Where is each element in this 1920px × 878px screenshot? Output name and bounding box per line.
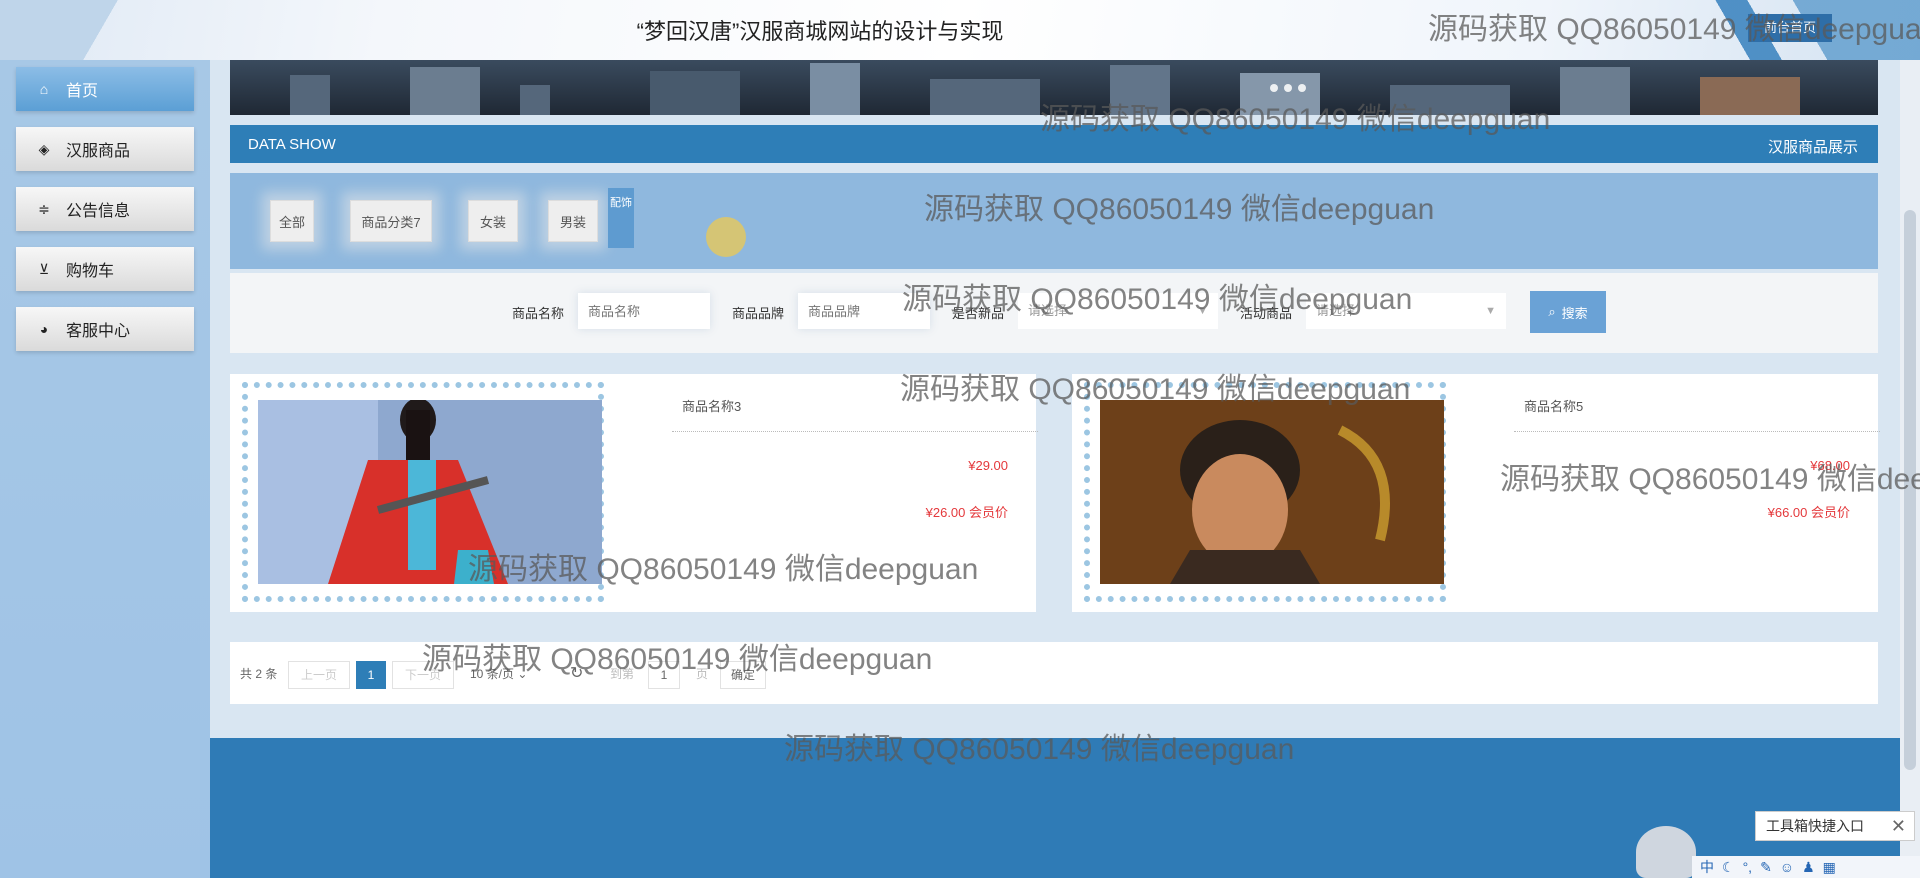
product-card[interactable]: 商品名称5 ¥68.00 ¥66.00 会员价 [1072, 374, 1880, 612]
category-men[interactable]: 男装 [548, 200, 598, 242]
sidebar-item-label: 公告信息 [66, 203, 131, 220]
chevron-down-icon: ▼ [1485, 305, 1496, 317]
pager-goto-input[interactable]: 1 [648, 661, 680, 689]
pager-prev[interactable]: 上一页 [288, 661, 350, 689]
product-name[interactable]: 商品名称5 [1514, 396, 1880, 432]
activity-select[interactable]: 请选择 ▼ [1306, 293, 1506, 329]
close-icon[interactable]: ✕ [1891, 816, 1906, 837]
sidebar-item-products[interactable]: ◈ 汉服商品 [16, 127, 194, 171]
pager-size-value: 10 条/页 [470, 667, 515, 681]
banner-image [230, 60, 1878, 115]
chevron-down-icon: ▼ [1197, 305, 1208, 317]
name-input[interactable] [578, 293, 710, 329]
pager-current[interactable]: 1 [356, 661, 386, 689]
ime-lang[interactable]: 中 [1700, 857, 1714, 877]
category-all[interactable]: 全部 [270, 200, 314, 242]
emoji-icon[interactable]: ☺ [1780, 859, 1794, 875]
site-title: “梦回汉唐”汉服商城网站的设计与实现 [636, 19, 1004, 44]
carousel-dots[interactable] [1270, 84, 1306, 92]
category-accessories[interactable]: 配饰 [608, 188, 634, 248]
product-vip-price: ¥66.00 会员价 [1767, 505, 1850, 520]
support-icon: ◕ [39, 321, 49, 337]
front-home-button[interactable]: 前台首页 [1748, 14, 1832, 42]
brand-input[interactable] [798, 293, 930, 329]
sliders-icon: ≑ [38, 200, 50, 217]
pager-confirm-button[interactable]: 确定 [720, 661, 766, 689]
tool-icon[interactable]: ✎ [1760, 859, 1772, 876]
skin-icon[interactable]: ♟ [1802, 859, 1815, 876]
search-icon: ⌕ [1548, 304, 1556, 319]
product-price: ¥68.00 [1810, 458, 1850, 473]
product-price: ¥29.00 [968, 458, 1008, 473]
search-button[interactable]: ⌕ 搜索 [1530, 291, 1606, 333]
activity-label: 活动商品 [1240, 306, 1293, 321]
scrollbar[interactable] [1900, 60, 1920, 878]
sidebar-item-label: 客服中心 [66, 323, 131, 340]
mouse-cursor [706, 217, 746, 257]
cart-icon: ⊻ [38, 260, 50, 277]
toolbox-label: 工具箱快捷入口 [1766, 818, 1864, 834]
top-header: “梦回汉唐”汉服商城网站的设计与实现 前台首页 [0, 0, 1920, 60]
scrollbar-thumb[interactable] [1904, 210, 1916, 770]
pager-unit: 页 [696, 667, 709, 681]
refresh-icon[interactable]: ↻ [570, 661, 583, 687]
search-bar: 商品名称 商品品牌 是否新品 请选择 ▼ 活动商品 请选择 ▼ ⌕ 搜索 [230, 273, 1878, 353]
assistant-robot-icon[interactable] [1636, 826, 1696, 878]
section-header: DATA SHOW 汉服商品展示 [230, 125, 1878, 163]
search-button-label: 搜索 [1561, 305, 1588, 321]
brand-label: 商品品牌 [732, 306, 785, 321]
sidebar-item-home[interactable]: ⌂ 首页 [16, 67, 194, 111]
sidebar-item-notices[interactable]: ≑ 公告信息 [16, 187, 194, 231]
new-select[interactable]: 请选择 ▼ [1018, 293, 1218, 329]
sidebar-item-label: 汉服商品 [66, 143, 131, 160]
category-7[interactable]: 商品分类7 [350, 200, 432, 242]
sidebar-item-support[interactable]: ◕ 客服中心 [16, 307, 194, 351]
section-title-left: DATA SHOW [248, 136, 336, 153]
sidebar: ⌂ 首页 ◈ 汉服商品 ≑ 公告信息 ⊻ 购物车 ◕ 客服中心 [0, 60, 210, 878]
chevron-down-icon: ⌄ [517, 667, 528, 681]
pager-next[interactable]: 下一页 [392, 661, 454, 689]
product-image [258, 400, 602, 584]
punctuation-icon[interactable]: °, [1743, 859, 1753, 875]
layers-icon: ◈ [38, 140, 50, 157]
pager-goto-label: 到第 [610, 667, 635, 681]
sidebar-item-label: 首页 [66, 83, 99, 100]
pagination: 共 2 条 上一页 1 下一页 10 条/页 ⌄ ↻ 到第 1 页 确定 [230, 642, 1878, 704]
name-label: 商品名称 [512, 306, 565, 321]
activity-select-value: 请选择 [1316, 303, 1356, 318]
grid-icon[interactable]: ▦ [1823, 859, 1836, 876]
product-name[interactable]: 商品名称3 [672, 396, 1038, 432]
category-women[interactable]: 女装 [468, 200, 518, 242]
ime-toolbar[interactable]: 中 ☾ °, ✎ ☺ ♟ ▦ [1692, 856, 1920, 878]
section-title-right: 汉服商品展示 [1767, 139, 1858, 156]
sidebar-item-label: 购物车 [66, 263, 115, 280]
toolbox-shortcut[interactable]: 工具箱快捷入口 ✕ [1755, 811, 1915, 841]
product-image [1100, 400, 1444, 584]
home-icon: ⌂ [39, 81, 49, 97]
new-select-value: 请选择 [1028, 303, 1068, 318]
sidebar-item-cart[interactable]: ⊻ 购物车 [16, 247, 194, 291]
moon-icon[interactable]: ☾ [1722, 859, 1735, 876]
product-card[interactable]: 商品名称3 ¥29.00 ¥26.00 会员价 [230, 374, 1038, 612]
product-vip-price: ¥26.00 会员价 [925, 505, 1008, 520]
category-bar: 全部 商品分类7 女装 男装 配饰 [230, 173, 1878, 269]
pager-size[interactable]: 10 条/页 ⌄ [470, 661, 527, 687]
pager-total: 共 2 条 [240, 667, 278, 681]
new-label: 是否新品 [952, 306, 1005, 321]
